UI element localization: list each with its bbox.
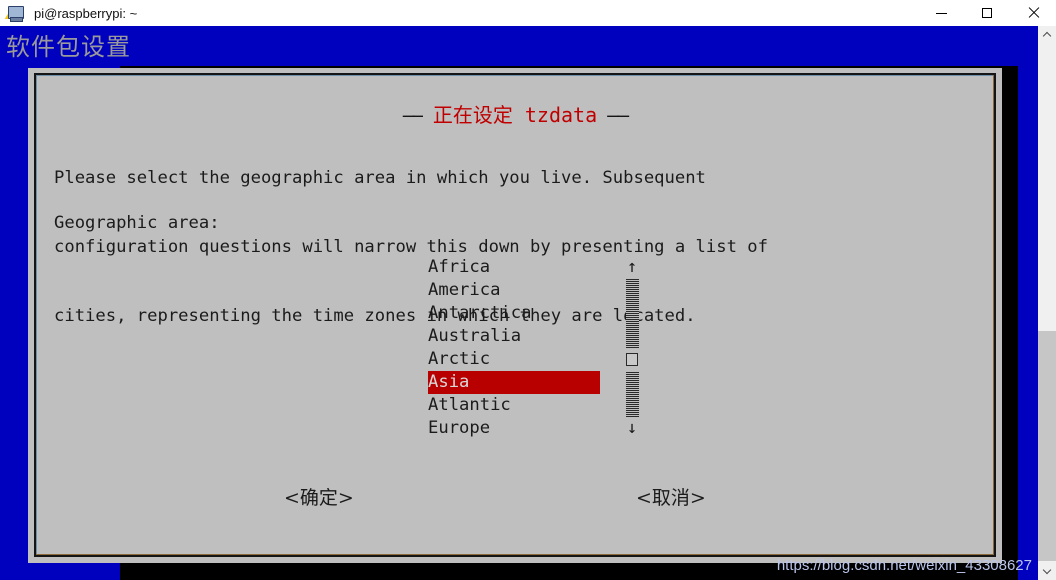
window-scrollbar-thumb[interactable] [1038, 331, 1056, 561]
list-item[interactable]: Europe [428, 417, 600, 440]
scrollbar-track-lower[interactable] [625, 371, 639, 417]
list-item-selected[interactable]: Asia [428, 371, 600, 394]
scrollbar-thumb[interactable] [626, 348, 639, 371]
minimize-button[interactable] [918, 0, 964, 26]
window-scrollbar[interactable] [1038, 26, 1056, 580]
cancel-button[interactable]: <取消> [636, 483, 706, 510]
tzdata-dialog: —— 正在设定 tzdata —— Please select the geogra… [28, 68, 1002, 563]
window-controls [918, 0, 1056, 26]
ok-button[interactable]: <确定> [284, 483, 354, 510]
list-item[interactable]: Antarctica [428, 302, 600, 325]
dialog-body-line: Please select the geographic area in whi… [54, 168, 706, 188]
scrollbar-up-button[interactable] [1038, 26, 1056, 44]
close-button[interactable] [1010, 0, 1056, 26]
close-icon [1027, 7, 1039, 19]
list-scrollbar[interactable]: ↑ ↓ [624, 256, 640, 440]
chevron-up-icon [1044, 32, 1051, 39]
maximize-button[interactable] [964, 0, 1010, 26]
list-item[interactable]: Africa [428, 256, 600, 279]
window-title: pi@raspberrypi: ~ [34, 5, 138, 21]
putty-terminal-icon [4, 2, 27, 24]
list-item[interactable]: Arctic [428, 348, 600, 371]
window-title-bar: pi@raspberrypi: ~ [0, 0, 1056, 26]
scrollbar-down-button[interactable] [1038, 562, 1056, 580]
list-item[interactable]: Atlantic [428, 394, 600, 417]
maximize-icon [982, 8, 992, 18]
scroll-up-arrow-icon[interactable]: ↑ [624, 256, 640, 279]
watermark-text: https://blog.csdn.net/weixin_43308627 [776, 557, 1032, 574]
scroll-down-arrow-icon[interactable]: ↓ [624, 417, 640, 440]
geographic-area-list[interactable]: Africa America Antarctica Australia Arct… [428, 256, 600, 440]
chevron-down-icon [1044, 568, 1051, 575]
list-item[interactable]: America [428, 279, 600, 302]
minimize-icon [935, 12, 947, 14]
geographic-area-label: Geographic area: [54, 213, 220, 233]
list-item[interactable]: Australia [428, 325, 600, 348]
backdrop-heading: 软件包设置 [6, 33, 131, 61]
app-window: pi@raspberrypi: ~ 软件包设置 —— 正在设定 tzdata —— … [0, 0, 1056, 580]
terminal-canvas[interactable]: 软件包设置 —— 正在设定 tzdata —— Please select the … [0, 26, 1038, 580]
scrollbar-track-upper[interactable] [625, 279, 639, 348]
